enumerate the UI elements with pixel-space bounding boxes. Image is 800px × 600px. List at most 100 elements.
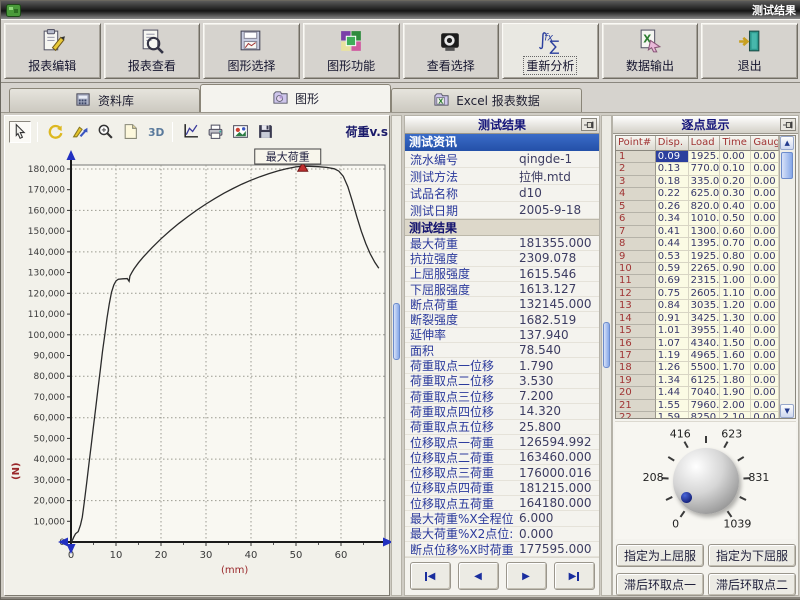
- data-cell[interactable]: 7040.00: [689, 387, 721, 399]
- point-number-cell[interactable]: 11: [616, 275, 656, 287]
- data-cell[interactable]: 3425.00: [689, 313, 721, 325]
- data-cell[interactable]: 7960.00: [689, 400, 721, 412]
- data-cell[interactable]: 0.26: [656, 201, 689, 213]
- data-cell[interactable]: 0.00: [751, 375, 779, 387]
- column-header-load[interactable]: Load: [689, 136, 721, 151]
- data-cell[interactable]: 0.00: [751, 188, 779, 200]
- point-number-cell[interactable]: 2: [616, 163, 656, 175]
- data-cell[interactable]: 0.00: [751, 387, 779, 399]
- point-number-cell[interactable]: 1: [616, 151, 656, 163]
- data-cell[interactable]: 2.10: [720, 412, 751, 418]
- data-cell[interactable]: 0.53: [656, 251, 689, 263]
- result-row[interactable]: 测试日期2005-9-18: [405, 202, 599, 219]
- data-cell[interactable]: 1.20: [720, 300, 751, 312]
- data-cell[interactable]: 0.75: [656, 288, 689, 300]
- data-cell[interactable]: 2605.00: [689, 288, 721, 300]
- point-number-cell[interactable]: 8: [616, 238, 656, 250]
- nav-prev-button[interactable]: ◀: [458, 562, 499, 590]
- data-cell[interactable]: 0.50: [720, 213, 751, 225]
- data-cell[interactable]: 0.41: [656, 226, 689, 238]
- hysteresis-point1-button[interactable]: 滞后环取点一: [616, 573, 704, 596]
- point-number-cell[interactable]: 12: [616, 288, 656, 300]
- data-cell[interactable]: 0.13: [656, 163, 689, 175]
- data-cell[interactable]: 3035.00: [689, 300, 721, 312]
- cursor-tool-icon[interactable]: [9, 121, 31, 143]
- data-cell[interactable]: 1925.00: [689, 251, 721, 263]
- data-cell[interactable]: 0.00: [751, 263, 779, 275]
- data-cell[interactable]: 0.00: [751, 362, 779, 374]
- toolbar-button-report-view[interactable]: 报表查看: [104, 23, 201, 79]
- data-cell[interactable]: 1.07: [656, 338, 689, 350]
- data-cell[interactable]: 1.50: [720, 338, 751, 350]
- point-number-cell[interactable]: 13: [616, 300, 656, 312]
- result-row[interactable]: 流水编号qingde-1: [405, 151, 599, 168]
- data-cell[interactable]: 0.00: [751, 251, 779, 263]
- data-cell[interactable]: 6125.00: [689, 375, 721, 387]
- point-number-cell[interactable]: 22: [616, 412, 656, 418]
- point-number-cell[interactable]: 7: [616, 226, 656, 238]
- data-cell[interactable]: 0.00: [751, 400, 779, 412]
- toolbar-button-view-select[interactable]: 查看选择: [403, 23, 500, 79]
- data-cell[interactable]: 1.90: [720, 387, 751, 399]
- print-tool-icon[interactable]: [204, 121, 226, 143]
- toolbar-button-exit[interactable]: 退出: [701, 23, 798, 79]
- data-cell[interactable]: 1.26: [656, 362, 689, 374]
- data-cell[interactable]: 0.30: [720, 188, 751, 200]
- data-cell[interactable]: 0.09: [656, 151, 689, 163]
- data-cell[interactable]: 0.00: [751, 151, 779, 163]
- point-number-cell[interactable]: 6: [616, 213, 656, 225]
- toolbar-button-report-edit[interactable]: 报表编辑: [4, 23, 101, 79]
- new-page-tool-icon[interactable]: [119, 121, 141, 143]
- point-number-cell[interactable]: 10: [616, 263, 656, 275]
- data-cell[interactable]: 0.00: [751, 288, 779, 300]
- data-cell[interactable]: 2265.00: [689, 263, 721, 275]
- data-cell[interactable]: 1.19: [656, 350, 689, 362]
- set-lower-yield-button[interactable]: 指定为下屈服: [708, 544, 796, 567]
- column-header-disp[interactable]: Disp.: [656, 136, 689, 151]
- point-number-cell[interactable]: 4: [616, 188, 656, 200]
- data-cell[interactable]: 0.00: [751, 226, 779, 238]
- data-cell[interactable]: 820.00: [689, 201, 721, 213]
- column-header-time[interactable]: Time: [720, 136, 751, 151]
- data-cell[interactable]: 0.00: [751, 163, 779, 175]
- data-cell[interactable]: 8250.00: [689, 412, 721, 418]
- point-number-cell[interactable]: 3: [616, 176, 656, 188]
- data-cell[interactable]: 5500.00: [689, 362, 721, 374]
- result-row[interactable]: 试品名称d10: [405, 185, 599, 202]
- data-cell[interactable]: 0.00: [751, 325, 779, 337]
- data-cell[interactable]: 1.55: [656, 400, 689, 412]
- data-cell[interactable]: 0.00: [751, 213, 779, 225]
- nav-last-button[interactable]: ▶: [554, 562, 595, 590]
- data-cell[interactable]: 0.44: [656, 238, 689, 250]
- data-cell[interactable]: 0.59: [656, 263, 689, 275]
- chart-panel-scrollbar[interactable]: [391, 115, 402, 596]
- data-cell[interactable]: 2315.00: [689, 275, 721, 287]
- dial-knob[interactable]: [673, 448, 739, 514]
- data-cell[interactable]: 0.40: [720, 201, 751, 213]
- data-cell[interactable]: 0.00: [751, 275, 779, 287]
- rotate-tool-icon[interactable]: [44, 121, 66, 143]
- save-tool-icon[interactable]: [254, 121, 276, 143]
- data-cell[interactable]: 3955.00: [689, 325, 721, 337]
- scrollbar-thumb[interactable]: [603, 322, 610, 368]
- data-cell[interactable]: 0.00: [751, 201, 779, 213]
- data-cell[interactable]: 0.91: [656, 313, 689, 325]
- tab-graph[interactable]: 图形: [200, 84, 391, 112]
- scrollbar-thumb[interactable]: [781, 152, 793, 179]
- data-cell[interactable]: 1.60: [720, 350, 751, 362]
- data-cell[interactable]: 0.00: [751, 313, 779, 325]
- data-cell[interactable]: 770.00: [689, 163, 721, 175]
- pin-icon[interactable]: [780, 118, 796, 131]
- data-cell[interactable]: 0.00: [751, 176, 779, 188]
- data-cell[interactable]: 2.00: [720, 400, 751, 412]
- point-number-cell[interactable]: 19: [616, 375, 656, 387]
- column-header-point[interactable]: Point#: [616, 136, 656, 151]
- results-panel-scrollbar[interactable]: [601, 115, 612, 596]
- point-number-cell[interactable]: 21: [616, 400, 656, 412]
- data-cell[interactable]: 0.00: [751, 412, 779, 418]
- data-cell[interactable]: 1395.00: [689, 238, 721, 250]
- data-cell[interactable]: 1.01: [656, 325, 689, 337]
- point-number-cell[interactable]: 16: [616, 338, 656, 350]
- table-scrollbar[interactable]: ▲ ▼: [779, 136, 795, 418]
- scrollbar-thumb[interactable]: [393, 303, 400, 360]
